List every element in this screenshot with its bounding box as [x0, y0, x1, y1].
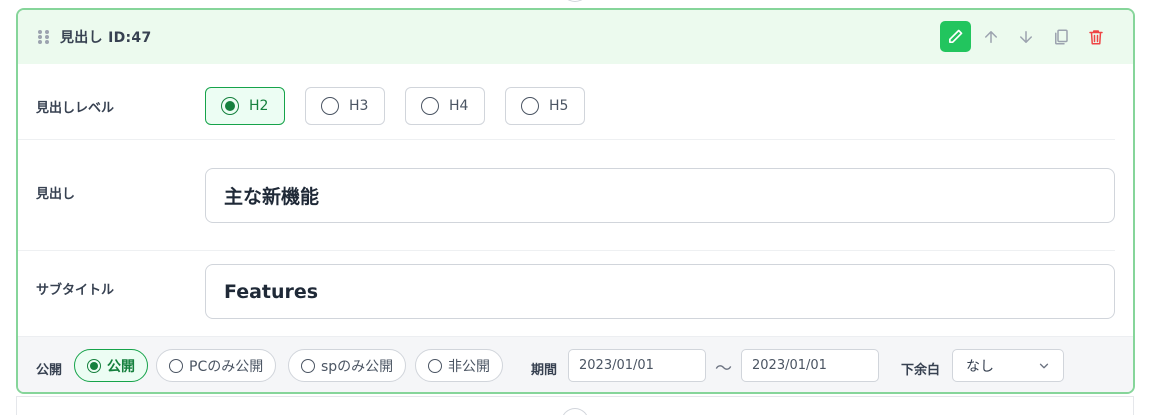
publish-option-label: 公開 — [107, 358, 135, 375]
move-up-button[interactable] — [975, 21, 1006, 52]
publish-option-pc-only[interactable]: PCのみ公開 — [156, 349, 277, 382]
block-title: 見出し ID:47 — [60, 30, 152, 46]
radio-h2[interactable]: H2 — [205, 87, 285, 125]
trash-icon — [1088, 29, 1103, 44]
publish-option-public[interactable]: 公開 — [74, 349, 148, 382]
heading-level-row: 見出しレベル H2 H3 H4 H5 — [18, 64, 1133, 156]
publish-option-sp-only[interactable]: spのみ公開 — [288, 349, 407, 382]
radio-h3-label: H3 — [349, 98, 369, 114]
publish-option-label: PCのみ公開 — [189, 358, 264, 375]
radio-h4[interactable]: H4 — [405, 87, 485, 125]
bottom-margin-value: なし — [966, 358, 994, 375]
radio-unchecked-icon — [169, 358, 183, 373]
add-block-button-top[interactable] — [561, 0, 589, 2]
publish-option-label: 非公開 — [448, 358, 490, 375]
publish-label: 公開 — [36, 363, 63, 378]
publish-option-private[interactable]: 非公開 — [415, 349, 503, 382]
period-start-input[interactable]: 2023/01/01 — [568, 349, 706, 382]
block-actions — [940, 21, 1111, 52]
bottom-margin-select[interactable]: なし — [952, 349, 1064, 382]
period-label: 期間 — [531, 363, 558, 378]
block-header: 見出し ID:47 — [18, 10, 1133, 64]
divider — [18, 139, 1115, 140]
move-down-button[interactable] — [1010, 21, 1041, 52]
radio-unchecked-icon — [428, 358, 442, 373]
subtitle-row: サブタイトル Features — [18, 252, 1133, 336]
radio-checked-icon — [87, 358, 101, 373]
period-end-input[interactable]: 2023/01/01 — [741, 349, 879, 382]
radio-h2-label: H2 — [249, 98, 269, 114]
heading-input[interactable]: 主な新機能 — [205, 168, 1115, 223]
radio-unchecked-icon — [321, 97, 339, 115]
heading-row: 見出し 主な新機能 — [18, 156, 1133, 252]
pencil-icon — [948, 29, 963, 44]
radio-h3[interactable]: H3 — [305, 87, 385, 125]
bottom-margin-label: 下余白 — [901, 363, 941, 378]
subtitle-input[interactable]: Features — [205, 264, 1115, 319]
radio-unchecked-icon — [301, 358, 315, 373]
arrow-down-icon — [1019, 30, 1032, 43]
edit-button[interactable] — [940, 21, 971, 52]
radio-h5[interactable]: H5 — [505, 87, 585, 125]
arrow-up-icon — [984, 30, 997, 43]
block-footer: 公開 公開 PCのみ公開 spのみ公開 非公開 期間 2023/01/01 〜 … — [18, 336, 1133, 392]
radio-checked-icon — [221, 97, 239, 115]
subtitle-label: サブタイトル — [36, 283, 115, 298]
duplicate-button[interactable] — [1045, 21, 1076, 52]
radio-unchecked-icon — [421, 97, 439, 115]
heading-label: 見出し — [36, 187, 76, 202]
copy-icon — [1054, 29, 1068, 44]
divider — [18, 250, 1115, 251]
radio-h4-label: H4 — [449, 98, 469, 114]
period-separator: 〜 — [715, 359, 732, 379]
publish-option-label: spのみ公開 — [321, 358, 394, 375]
drag-handle-icon[interactable] — [38, 30, 50, 44]
radio-h5-label: H5 — [549, 98, 569, 114]
heading-block-card: 見出し ID:47 見出しレベル H2 H3 H4 H5 見出し 主な新機能 サ… — [16, 8, 1135, 394]
delete-button[interactable] — [1080, 21, 1111, 52]
page: 見出し ID:47 見出しレベル H2 H3 H4 H5 見出し 主な新機能 サ… — [0, 0, 1150, 415]
radio-unchecked-icon — [521, 97, 539, 115]
chevron-down-icon — [1039, 363, 1049, 369]
heading-level-label: 見出しレベル — [36, 101, 115, 116]
